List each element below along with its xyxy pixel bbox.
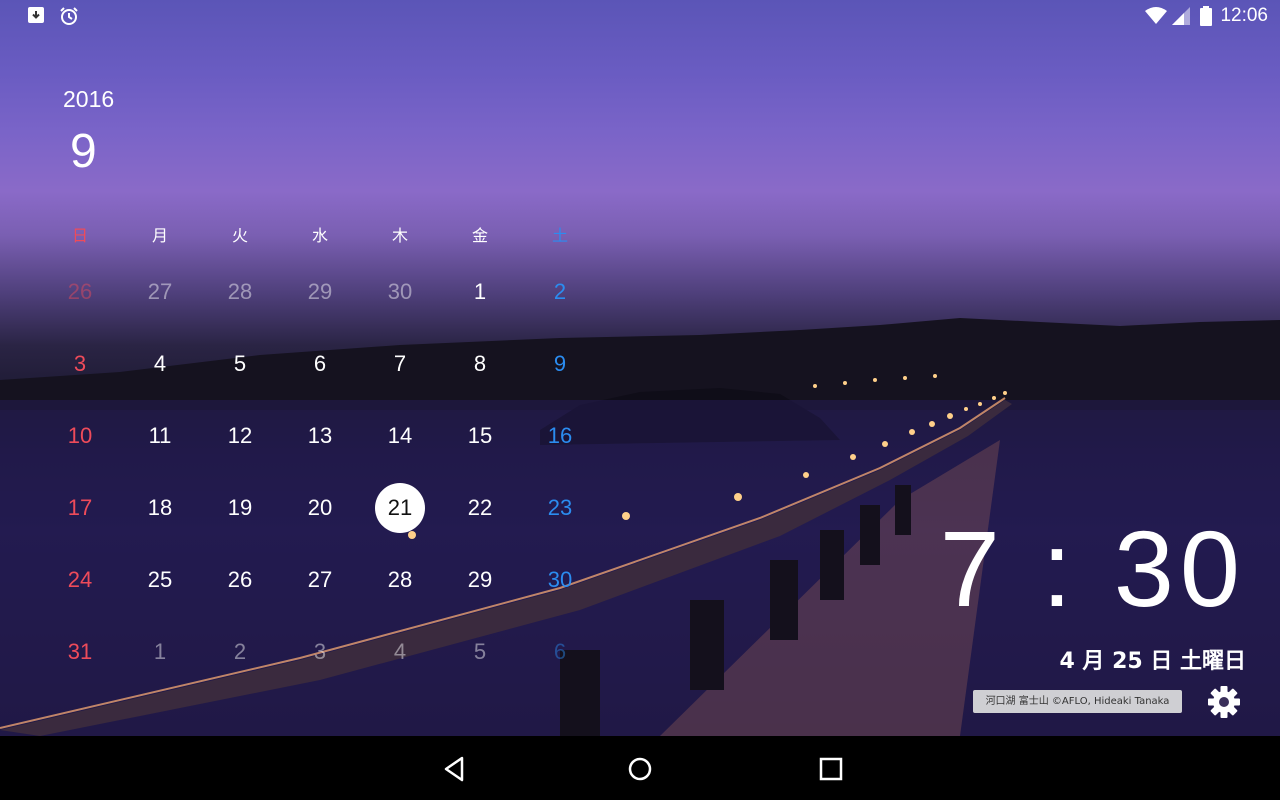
calendar-day[interactable]: 27 bbox=[135, 267, 185, 317]
calendar-day[interactable]: 29 bbox=[455, 555, 505, 605]
weekday-label: 金 bbox=[471, 226, 488, 245]
battery-icon bbox=[1200, 6, 1212, 30]
calendar-day[interactable]: 7 bbox=[375, 339, 425, 389]
photo-credit-badge[interactable]: 河口湖 富士山 ©AFLO, Hideaki Tanaka bbox=[973, 690, 1182, 713]
calendar-day[interactable]: 3 bbox=[55, 339, 105, 389]
calendar-day[interactable]: 26 bbox=[215, 555, 265, 605]
weekday-label: 日 bbox=[71, 226, 88, 245]
calendar-day[interactable]: 6 bbox=[535, 627, 585, 677]
calendar-day[interactable]: 31 bbox=[55, 627, 105, 677]
calendar-day[interactable]: 16 bbox=[535, 411, 585, 461]
settings-gear-icon[interactable] bbox=[1206, 684, 1242, 720]
weekday-label: 木 bbox=[391, 226, 408, 245]
calendar-day[interactable]: 20 bbox=[295, 483, 345, 533]
calendar-day[interactable]: 6 bbox=[295, 339, 345, 389]
calendar-day-today[interactable]: 21 bbox=[375, 483, 425, 533]
recents-icon[interactable] bbox=[816, 754, 846, 784]
calendar-day[interactable]: 2 bbox=[215, 627, 265, 677]
calendar-day[interactable]: 19 bbox=[215, 483, 265, 533]
calendar-day[interactable]: 15 bbox=[455, 411, 505, 461]
calendar-day[interactable]: 1 bbox=[135, 627, 185, 677]
calendar-day[interactable]: 29 bbox=[295, 267, 345, 317]
status-time: 12:06 bbox=[1220, 5, 1268, 26]
weekday-label: 水 bbox=[311, 226, 328, 245]
alarm-clock-icon bbox=[59, 6, 79, 30]
calendar-day[interactable]: 28 bbox=[215, 267, 265, 317]
home-icon[interactable] bbox=[625, 754, 655, 784]
calendar-day[interactable]: 26 bbox=[55, 267, 105, 317]
calendar-day[interactable]: 4 bbox=[375, 627, 425, 677]
clock-time: 7 : 30 bbox=[939, 508, 1246, 629]
calendar-day[interactable]: 25 bbox=[135, 555, 185, 605]
calendar-day[interactable]: 30 bbox=[535, 555, 585, 605]
navigation-bar bbox=[0, 736, 1280, 800]
calendar-day[interactable]: 1 bbox=[455, 267, 505, 317]
calendar-day[interactable]: 4 bbox=[135, 339, 185, 389]
calendar-year: 2016 bbox=[63, 86, 115, 112]
calendar-day[interactable]: 22 bbox=[455, 483, 505, 533]
calendar-day[interactable]: 17 bbox=[55, 483, 105, 533]
wifi-icon bbox=[1145, 7, 1167, 29]
archive-download-icon bbox=[27, 6, 45, 28]
back-icon[interactable] bbox=[440, 754, 470, 784]
calendar-day[interactable]: 28 bbox=[375, 555, 425, 605]
calendar-day[interactable]: 9 bbox=[535, 339, 585, 389]
calendar-day[interactable]: 30 bbox=[375, 267, 425, 317]
calendar-month: 9 bbox=[70, 125, 97, 178]
calendar-day[interactable]: 24 bbox=[55, 555, 105, 605]
calendar-day[interactable]: 18 bbox=[135, 483, 185, 533]
calendar-day[interactable]: 10 bbox=[55, 411, 105, 461]
calendar-day[interactable]: 3 bbox=[295, 627, 345, 677]
clock-date: 4 月 25 日 土曜日 bbox=[1059, 649, 1246, 674]
calendar-day[interactable]: 12 bbox=[215, 411, 265, 461]
calendar-day[interactable]: 5 bbox=[215, 339, 265, 389]
status-bar: 12:06 bbox=[0, 0, 1280, 32]
calendar-day[interactable]: 8 bbox=[455, 339, 505, 389]
calendar-day[interactable]: 2 bbox=[535, 267, 585, 317]
weekday-label: 土 bbox=[551, 226, 568, 245]
cell-signal-icon bbox=[1172, 7, 1190, 29]
weekday-label: 火 bbox=[231, 226, 248, 245]
calendar-day[interactable]: 5 bbox=[455, 627, 505, 677]
calendar-day[interactable]: 13 bbox=[295, 411, 345, 461]
weekday-label: 月 bbox=[151, 226, 168, 245]
calendar-day[interactable]: 23 bbox=[535, 483, 585, 533]
calendar-day[interactable]: 27 bbox=[295, 555, 345, 605]
calendar-day[interactable]: 11 bbox=[135, 411, 185, 461]
calendar-day[interactable]: 14 bbox=[375, 411, 425, 461]
